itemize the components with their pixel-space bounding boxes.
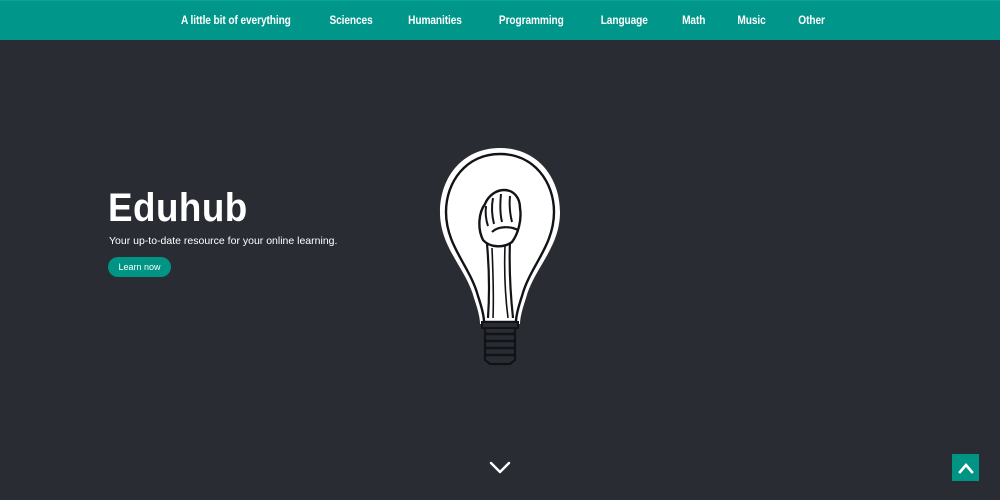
chevron-up-icon <box>957 462 974 474</box>
nav-item-language[interactable]: Language <box>588 15 661 27</box>
nav-item-music[interactable]: Music <box>725 15 779 27</box>
nav-item-humanities[interactable]: Humanities <box>396 15 475 27</box>
nav-item-programming[interactable]: Programming <box>487 15 577 27</box>
nav-item-sciences[interactable]: Sciences <box>317 15 386 27</box>
top-navigation-bar: A little bit of everything Sciences Huma… <box>0 0 1000 40</box>
nav-menu: A little bit of everything Sciences Huma… <box>0 1 1000 41</box>
nav-item-other[interactable]: Other <box>786 15 838 27</box>
hero-title: Eduhub <box>108 186 248 230</box>
hero-subtitle: Your up-to-date resource for your online… <box>109 235 338 247</box>
nav-item-everything[interactable]: A little bit of everything <box>168 15 303 27</box>
chevron-down-icon[interactable] <box>487 457 513 477</box>
back-to-top-button[interactable] <box>952 454 979 481</box>
lightbulb-fist-icon <box>430 148 570 370</box>
nav-item-math[interactable]: Math <box>669 15 718 27</box>
learn-now-button[interactable]: Learn now <box>108 257 171 277</box>
hero-section: Eduhub Your up-to-date resource for your… <box>0 40 1000 500</box>
